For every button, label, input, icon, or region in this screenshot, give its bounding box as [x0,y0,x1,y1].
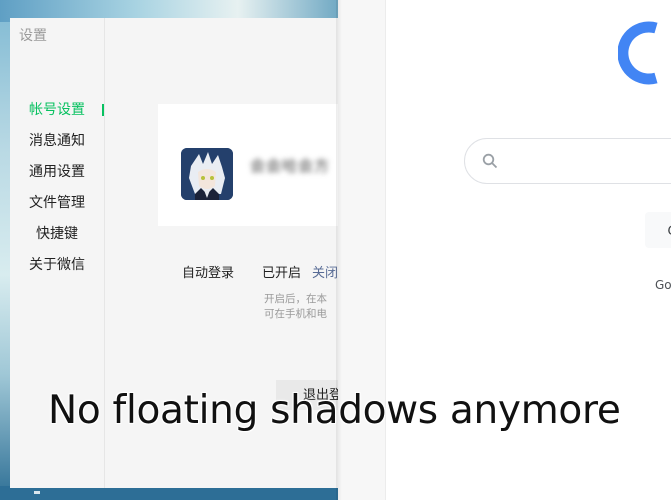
caption-overlay: No floating shadows anymore [48,388,621,433]
nav-item-general[interactable]: 通用设置 [10,162,104,182]
profile-card: 会会哈会方 [158,104,340,226]
window-title: 设置 [19,28,47,44]
google-offered-in-text: Go [655,278,671,292]
taskbar-marker [34,491,40,494]
auto-login-hint-line2: 可在手机和电 [264,308,327,320]
nav-item-notifications[interactable]: 消息通知 [10,131,104,151]
search-input[interactable] [464,138,671,184]
desktop-wallpaper-bottom [0,486,340,500]
nav-active-indicator [102,104,104,116]
nav-item-account[interactable]: 帐号设置 [10,100,104,120]
nav-item-files[interactable]: 文件管理 [10,193,104,213]
auto-login-hint-line1: 开启后，在本 [264,293,327,305]
auto-login-status: 已开启 [262,266,302,281]
auto-login-toggle-link[interactable]: 关闭 [312,262,338,281]
auto-login-label: 自动登录 [182,266,235,281]
google-logo-icon [618,21,658,85]
profile-nickname: 会会哈会方 [250,157,331,175]
avatar-image-icon [181,148,233,200]
nav-item-shortcuts[interactable]: 快捷键 [10,224,104,244]
google-search-button[interactable]: G [645,212,671,248]
avatar[interactable] [181,148,233,200]
nav-item-about[interactable]: 关于微信 [10,255,104,275]
search-icon [482,153,498,169]
